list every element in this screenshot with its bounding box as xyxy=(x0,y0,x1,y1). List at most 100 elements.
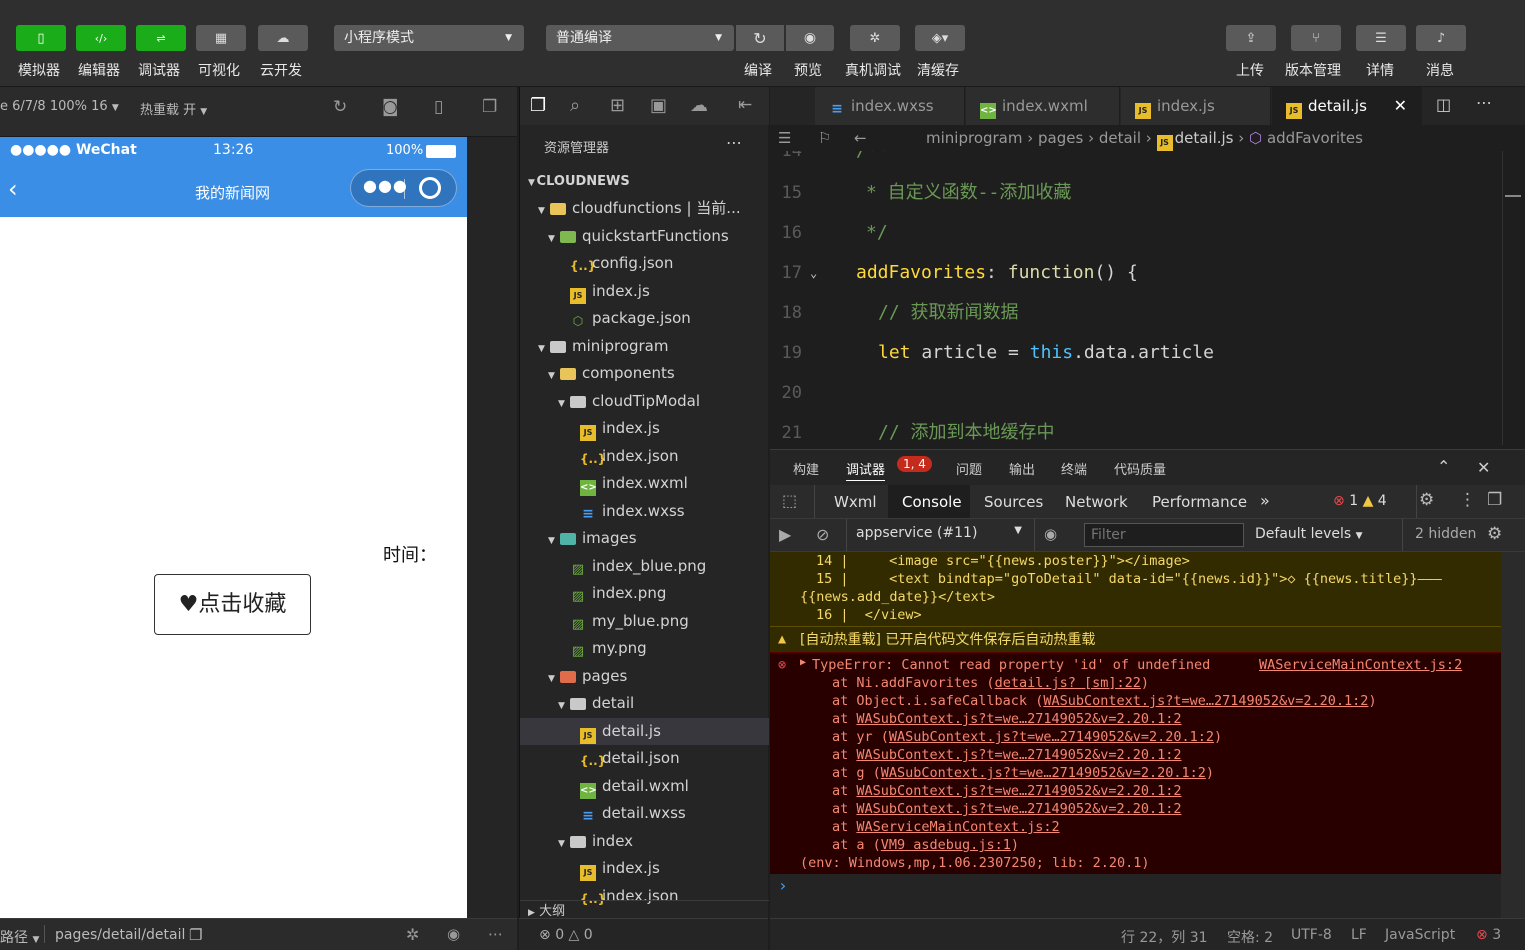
devtools-tab-sources[interactable]: Sources xyxy=(984,493,1043,511)
more-icon[interactable]: ⋯ xyxy=(488,925,503,943)
more-icon[interactable]: ⋯ xyxy=(1476,93,1492,112)
tree-file[interactable]: {..}config.json xyxy=(520,250,769,277)
more-icon[interactable]: ⋯ xyxy=(726,133,742,152)
tree-folder[interactable]: ▼ pages xyxy=(520,663,769,690)
tree-file[interactable]: ▨ my.png xyxy=(520,635,769,662)
expand-triangle-icon[interactable]: ▶ xyxy=(800,657,806,668)
tree-folder[interactable]: ▼ detail xyxy=(520,690,769,717)
tree-file[interactable]: JS index.js xyxy=(520,415,769,442)
stack-frame-link[interactable]: WASubContext.js?t=we…27149052&v=2.20.1:2 xyxy=(1043,693,1368,709)
tree-folder[interactable]: ▼ images xyxy=(520,525,769,552)
breadcrumb-item[interactable]: addFavorites xyxy=(1267,129,1363,147)
mode-select[interactable]: 小程序模式 ▼ xyxy=(334,25,524,51)
devtools-tab-console[interactable]: Console xyxy=(902,493,962,511)
editor-toggle-button[interactable]: ‹/› xyxy=(76,25,126,51)
stop-icon[interactable]: ◙ xyxy=(382,97,399,117)
preview-button[interactable]: ◉ xyxy=(786,25,834,51)
search-icon[interactable]: ⌕ xyxy=(570,95,580,116)
close-mini-icon[interactable] xyxy=(419,177,441,199)
clear-console-icon[interactable]: ⊘ xyxy=(816,525,829,544)
tree-file[interactable]: {..}index.json xyxy=(520,443,769,470)
remote-debug-button[interactable]: ✲ xyxy=(850,25,900,51)
phone-icon[interactable]: ▯ xyxy=(434,97,443,117)
tree-file[interactable]: <> detail.wxml xyxy=(520,773,769,800)
stack-frame-link[interactable]: WASubContext.js?t=we…27149052&v=2.20.1:2 xyxy=(856,747,1181,763)
cursor-position[interactable]: 行 22，列 31 xyxy=(1121,927,1208,947)
error-source-link[interactable]: WAServiceMainContext.js:2 xyxy=(1259,656,1462,674)
favorite-button[interactable]: ♥点击收藏 xyxy=(154,574,311,635)
tree-file[interactable]: JS index.js xyxy=(520,855,769,882)
code-editor[interactable]: 14 /** 15 * 自定义函数--添加收藏 16 */ 17 ⌄ addFavorit… xyxy=(770,151,1525,445)
filter-input[interactable] xyxy=(1084,523,1244,547)
stack-frame-link[interactable]: WASubContext.js?t=we…27149052&v=2.20.1:2 xyxy=(856,801,1181,817)
chevron-up-icon[interactable]: ⌃ xyxy=(1437,457,1450,476)
problems-summary[interactable]: ⊗ 0 △ 0 xyxy=(539,927,593,943)
devtools-tab-network[interactable]: Network xyxy=(1065,493,1128,511)
stack-frame-link[interactable]: WASubContext.js?t=we…27149052&v=2.20.1:2 xyxy=(889,729,1214,745)
tree-folder[interactable]: ▼ components xyxy=(520,360,769,387)
compile-select[interactable]: 普通编译 ▼ xyxy=(546,25,734,51)
tree-folder[interactable]: ▼ cloudfunctions | 当前... xyxy=(520,195,769,222)
tree-file[interactable]: ≡ index.wxss xyxy=(520,498,769,525)
bug-icon[interactable]: ✲ xyxy=(406,925,419,944)
tree-folder[interactable]: ▼ quickstartFunctions xyxy=(520,223,769,250)
levels-select[interactable]: Default levels ▼ xyxy=(1255,526,1363,542)
dock-icon[interactable]: ❐ xyxy=(1487,490,1502,510)
breadcrumb-item[interactable]: detail.js xyxy=(1175,129,1234,147)
popout-icon[interactable]: ❐ xyxy=(482,97,497,117)
docker-icon[interactable]: ☁ xyxy=(690,95,708,116)
panel-tab-output[interactable]: 输出 xyxy=(1009,459,1035,478)
panel-tab-problems[interactable]: 问题 xyxy=(956,459,982,478)
close-icon[interactable]: ✕ xyxy=(1394,87,1407,125)
tree-root[interactable]: ▼ CLOUDNEWS xyxy=(520,168,769,195)
capsule-button[interactable]: ●●● xyxy=(350,169,457,207)
breadcrumb-item[interactable]: miniprogram xyxy=(926,129,1022,147)
tree-file[interactable]: ▨ index.png xyxy=(520,580,769,607)
gear-icon[interactable]: ⚙ xyxy=(1487,524,1502,544)
clear-cache-button[interactable]: ◈▾ xyxy=(915,25,965,51)
stack-frame-link[interactable]: detail.js? [sm]:22 xyxy=(995,675,1141,691)
source-control-icon[interactable]: ⊞ xyxy=(610,95,625,116)
cloud-dev-button[interactable]: ☁ xyxy=(258,25,308,51)
language-mode[interactable]: JavaScript xyxy=(1385,927,1455,943)
breadcrumb-item[interactable]: detail xyxy=(1099,129,1141,147)
tree-file[interactable]: {..}detail.json xyxy=(520,745,769,772)
gear-icon[interactable]: ⚙ xyxy=(1419,490,1434,510)
stack-frame-link[interactable]: WAServiceMainContext.js:2 xyxy=(856,819,1059,835)
version-button[interactable]: ⑂ xyxy=(1291,25,1341,51)
line-ending[interactable]: LF xyxy=(1351,927,1367,943)
tab-index-js[interactable]: JS index.js xyxy=(1121,87,1271,125)
eye-icon[interactable]: ◉ xyxy=(1044,525,1057,543)
stack-frame-link[interactable]: WASubContext.js?t=we…27149052&v=2.20.1:2 xyxy=(856,783,1181,799)
panel-tab-build[interactable]: 构建 xyxy=(793,459,819,478)
devtools-tab-performance[interactable]: Performance xyxy=(1152,493,1247,511)
compile-button[interactable]: ↻ xyxy=(736,25,784,51)
tree-file[interactable]: ▨ my_blue.png xyxy=(520,608,769,635)
tree-folder[interactable]: ▼ index xyxy=(520,828,769,855)
tab-detail-js[interactable]: JS detail.js ✕ xyxy=(1272,87,1422,125)
device-select[interactable]: e 6/7/8 100% 16 ▼ xyxy=(0,99,119,114)
panel-tab-debugger[interactable]: 调试器 xyxy=(846,459,886,481)
tree-file[interactable]: ≡ detail.wxss xyxy=(520,800,769,827)
files-icon[interactable]: ❐ xyxy=(530,95,546,116)
sidebar-toggle-icon[interactable]: ▶︎ xyxy=(779,525,791,544)
error-indicator[interactable]: ⊗ 3 xyxy=(1476,927,1501,943)
tree-file[interactable]: ⬡ package.json xyxy=(520,305,769,332)
more-icon[interactable]: ●●● xyxy=(363,176,408,195)
fold-chevron-icon[interactable]: ⌄ xyxy=(810,253,817,293)
visual-toggle-button[interactable]: ▦ xyxy=(196,25,246,51)
tree-file[interactable]: JS index.js xyxy=(520,278,769,305)
tree-folder[interactable]: ▼ cloudTipModal xyxy=(520,388,769,415)
bookmark-icon[interactable]: ⚐ xyxy=(818,125,831,151)
simulator-toggle-button[interactable]: ▯ xyxy=(16,25,66,51)
issues-counter[interactable]: ⊗ 1 ▲ 4 xyxy=(1333,493,1387,509)
stack-frame-link[interactable]: WASubContext.js?t=we…27149052&v=2.20.1:2 xyxy=(881,765,1206,781)
kebab-icon[interactable]: ⋮ xyxy=(1459,490,1476,510)
tab-index-wxss[interactable]: ≡ index.wxss xyxy=(815,87,965,125)
indentation[interactable]: 空格: 2 xyxy=(1227,927,1273,947)
more-tabs-icon[interactable]: » xyxy=(1260,491,1270,510)
path-select[interactable]: 路径 ▼ xyxy=(0,927,39,947)
close-icon[interactable]: ✕ xyxy=(1477,458,1490,477)
devtools-tab-wxml[interactable]: Wxml xyxy=(834,493,877,511)
context-select[interactable]: appservice (#11) ▼ xyxy=(856,525,1022,541)
